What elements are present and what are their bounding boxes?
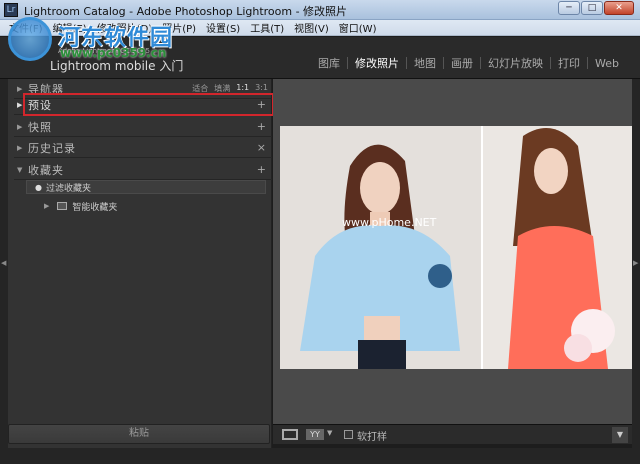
smart-collection-label: 智能收藏夹 — [72, 202, 118, 213]
photo-secondary[interactable] — [483, 126, 632, 369]
menu-settings[interactable]: 设置(S) — [201, 20, 245, 35]
soft-proof-checkbox[interactable] — [344, 430, 353, 439]
collapsed-triangle-icon: ▶ — [44, 202, 50, 210]
module-library[interactable]: 图库 — [311, 55, 347, 71]
collection-filter-row[interactable]: ● 过滤收藏夹 — [26, 180, 266, 194]
presets-highlight-box — [23, 93, 274, 116]
module-develop[interactable]: 修改照片 — [348, 55, 406, 71]
module-print[interactable]: 打印 — [551, 55, 587, 71]
collapsed-triangle-icon: ▶ — [17, 84, 23, 93]
right-arrow-icon: ▶ — [633, 259, 639, 267]
snapshots-panel-header[interactable]: ▶ 快照 + — [14, 117, 272, 137]
list-item[interactable]: ▶ 智能收藏夹 — [44, 199, 264, 213]
watermark-logo-icon — [8, 17, 52, 61]
history-label: 历史记录 — [28, 141, 76, 155]
menu-window[interactable]: 窗口(W) — [334, 20, 382, 35]
module-picker: 图库 修改照片 地图 画册 幻灯片放映 打印 Web — [311, 55, 626, 71]
add-collection-icon[interactable]: + — [257, 163, 266, 176]
title-bar: Lr Lightroom Catalog - Adobe Photoshop L… — [0, 0, 640, 20]
watermark-url: www.pc0359.cn — [60, 46, 167, 60]
photo-watermark: www.pHome.NET — [342, 216, 437, 229]
smart-collection-icon — [57, 202, 68, 210]
module-web[interactable]: Web — [588, 57, 626, 70]
module-book[interactable]: 画册 — [444, 55, 480, 71]
lightroom-app-icon: Lr — [4, 3, 18, 17]
loupe-view-button[interactable] — [282, 429, 298, 440]
collapsed-triangle-icon: ▶ — [17, 143, 23, 152]
filmstrip-bar — [0, 448, 640, 464]
search-icon: ● — [35, 182, 42, 192]
right-panel-toggle-strip[interactable]: ▶ — [632, 79, 640, 448]
clear-history-icon[interactable]: × — [257, 141, 266, 154]
module-slideshow[interactable]: 幻灯片放映 — [481, 55, 550, 71]
collections-panel-header[interactable]: ▼ 收藏夹 + — [14, 160, 272, 180]
toolbar-menu-button[interactable]: ▼ — [612, 427, 628, 443]
expanded-triangle-icon: ▼ — [17, 165, 23, 174]
soft-proof-label: 软打样 — [357, 432, 387, 443]
chevron-down-icon[interactable]: ▼ — [327, 429, 332, 437]
bottom-toolbar: YY ▼ 软打样 ▼ — [273, 424, 632, 444]
menu-tools[interactable]: 工具(T) — [245, 20, 289, 35]
history-panel-header[interactable]: ▶ 历史记录 × — [14, 138, 272, 158]
add-snapshot-icon[interactable]: + — [257, 120, 266, 133]
snapshots-label: 快照 — [28, 120, 52, 134]
collections-label: 收藏夹 — [28, 163, 64, 177]
before-after-button[interactable]: YY — [306, 429, 324, 440]
paste-button[interactable]: 粘贴 — [8, 424, 270, 444]
module-map[interactable]: 地图 — [407, 55, 443, 71]
left-panel-toggle-strip[interactable]: ◀ — [0, 79, 8, 448]
photo-primary[interactable]: www.pHome.NET — [280, 126, 481, 369]
close-button[interactable]: ✕ — [604, 1, 634, 15]
collection-filter-label: 过滤收藏夹 — [45, 183, 91, 194]
minimize-button[interactable]: ─ — [558, 1, 580, 15]
collapsed-triangle-icon: ▶ — [17, 122, 23, 131]
window-title: Lightroom Catalog - Adobe Photoshop Ligh… — [24, 5, 348, 18]
image-work-area[interactable]: www.pHome.NET — [273, 79, 632, 424]
maximize-button[interactable]: □ — [581, 1, 603, 15]
left-arrow-icon: ◀ — [1, 259, 7, 267]
menu-view[interactable]: 视图(V) — [289, 20, 334, 35]
